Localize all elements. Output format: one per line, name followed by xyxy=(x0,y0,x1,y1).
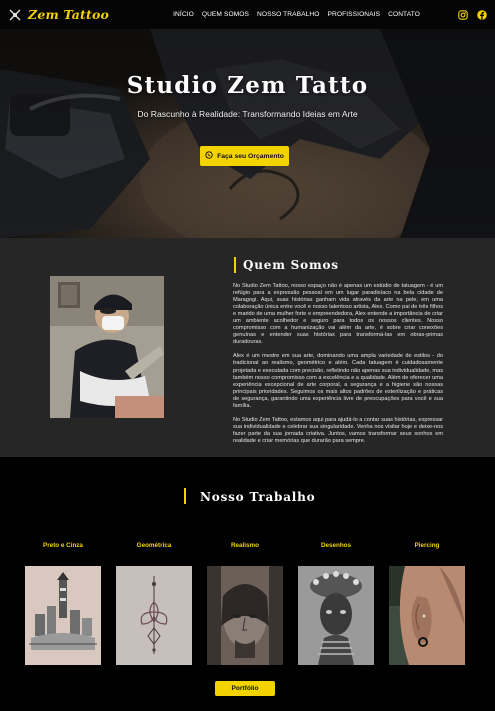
about-section: Quem Somos No Studio Zem Tattoo, nosso e… xyxy=(0,238,495,457)
category-label-geometrica: Geométrica xyxy=(136,542,172,549)
about-paragraph: No Studio Zem Tattoo, estamos aqui para … xyxy=(233,416,443,444)
about-paragraph: Alex é um mestre em sua arte, dominando … xyxy=(233,353,443,409)
category-label-desenhos: Desenhos xyxy=(320,542,352,549)
category-label-realismo: Realismo xyxy=(231,542,259,549)
hero-section: Studio Zem Tatto Do Rascunho à Realidade… xyxy=(0,29,495,238)
instagram-icon[interactable] xyxy=(458,9,468,20)
about-title-accent xyxy=(234,257,236,273)
brand[interactable]: Zem Tattoo xyxy=(8,7,109,22)
main-menu: INÍCIO QUEM SOMOS NOSSO TRABALHO PROFISS… xyxy=(173,11,420,18)
quote-button[interactable]: Faça seu Orçamento xyxy=(200,146,289,166)
work-title: Nosso Trabalho xyxy=(200,490,316,504)
whatsapp-icon xyxy=(205,151,213,161)
category-image-preto-e-cinza[interactable] xyxy=(25,566,101,665)
category-label-piercing: Piercing xyxy=(414,542,440,549)
hero-background-image xyxy=(0,29,495,238)
about-text: No Studio Zem Tattoo, nosso espaço não é… xyxy=(233,283,443,452)
tattoo-artist-photo xyxy=(50,276,164,418)
facebook-icon[interactable] xyxy=(477,9,487,20)
nav-item-contato[interactable]: CONTATO xyxy=(388,11,420,18)
work-title-accent xyxy=(184,488,186,504)
about-paragraph: No Studio Zem Tattoo, nosso espaço não é… xyxy=(233,283,443,346)
category-image-realismo[interactable] xyxy=(207,566,283,665)
hero-title: Studio Zem Tatto xyxy=(126,72,369,99)
about-title: Quem Somos xyxy=(243,258,339,272)
top-navbar: Zem Tattoo INÍCIO QUEM SOMOS NOSSO TRABA… xyxy=(0,0,495,29)
nav-item-profissionais[interactable]: PROFISSIONAIS xyxy=(328,11,381,18)
work-section: Nosso Trabalho Preto e Cinza Geométrica … xyxy=(0,457,495,711)
category-image-geometrica[interactable] xyxy=(116,566,192,665)
nav-item-inicio[interactable]: INÍCIO xyxy=(173,11,194,18)
category-label-preto-e-cinza: Preto e Cinza xyxy=(43,542,83,549)
nav-item-quem-somos[interactable]: QUEM SOMOS xyxy=(202,11,249,18)
category-image-piercing[interactable] xyxy=(389,566,465,665)
hero-subtitle: Do Rascunho à Realidade: Transformando I… xyxy=(137,109,358,119)
social-links xyxy=(458,9,487,20)
tattoo-machine-icon xyxy=(8,8,22,22)
portfolio-button[interactable]: Portfólio xyxy=(215,681,275,696)
category-image-desenhos[interactable] xyxy=(298,566,374,665)
nav-item-nosso-trabalho[interactable]: NOSSO TRABALHO xyxy=(257,11,319,18)
brand-name: Zem Tattoo xyxy=(28,7,110,22)
quote-button-label: Faça seu Orçamento xyxy=(217,152,284,160)
